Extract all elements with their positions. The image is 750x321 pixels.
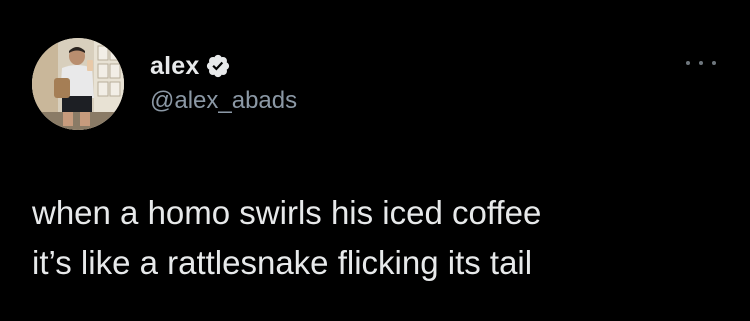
- more-options-icon[interactable]: [686, 56, 716, 70]
- verified-badge-icon: [207, 54, 230, 78]
- avatar-photo: [32, 38, 124, 130]
- tweet-text: when a homo swirls his iced coffee it’s …: [32, 188, 722, 288]
- tweet-card: alex @alex_abads when a homo swirls his …: [0, 0, 750, 321]
- avatar[interactable]: [32, 38, 124, 130]
- user-handle[interactable]: @alex_abads: [150, 87, 297, 115]
- tweet-text-line-2: it’s like a rattlesnake flicking its tai…: [32, 244, 533, 281]
- user-meta: alex @alex_abads: [150, 51, 297, 115]
- more-dot: [686, 61, 690, 65]
- tweet-text-line-1: when a homo swirls his iced coffee: [32, 194, 542, 231]
- more-dot: [712, 61, 716, 65]
- name-row: alex: [150, 51, 297, 81]
- more-dot: [699, 61, 703, 65]
- display-name[interactable]: alex: [150, 52, 199, 81]
